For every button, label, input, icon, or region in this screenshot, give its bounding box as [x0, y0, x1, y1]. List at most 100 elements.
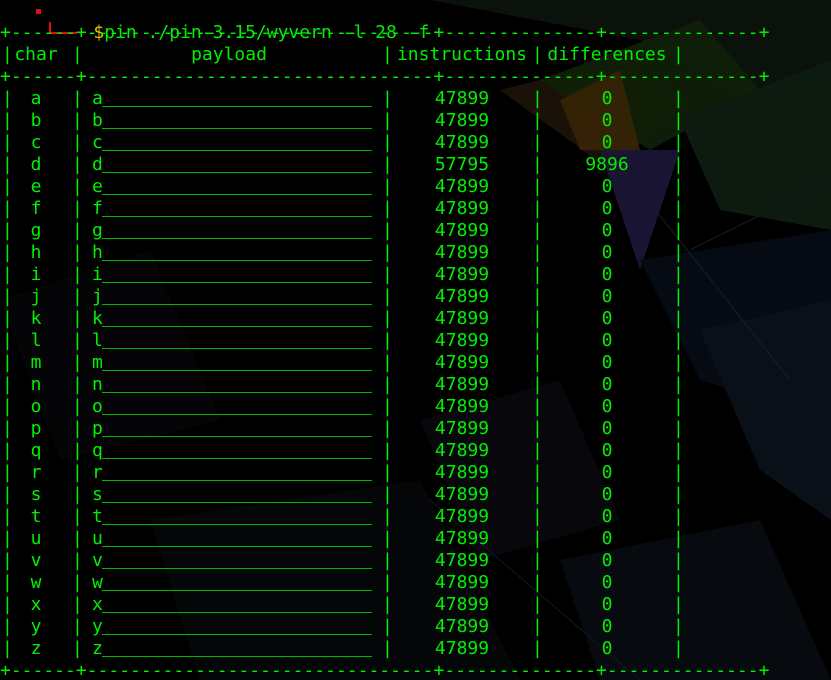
table-row: | l | l | 47899 | 0 | — [0, 330, 690, 352]
table-row: | c | c | 47899 | 0 | — [0, 132, 690, 154]
column-separator: | — [72, 528, 83, 549]
cell-instructions: 47899 — [434, 528, 490, 549]
column-separator: | — [532, 550, 543, 571]
column-separator: | — [2, 154, 13, 175]
column-separator: | — [532, 44, 543, 65]
cell-payload: z — [92, 638, 372, 660]
cell-payload: b — [92, 110, 372, 132]
column-separator: | — [2, 638, 13, 659]
table-row: | t | t | 47899 | 0 | — [0, 506, 690, 528]
cell-payload: o — [92, 396, 372, 418]
cell-differences: 0 — [601, 308, 613, 329]
cell-instructions: 47899 — [434, 374, 490, 395]
cell-instructions: 47899 — [434, 286, 490, 307]
column-separator: | — [72, 396, 83, 417]
cell-char: k — [30, 308, 42, 329]
cell-payload: c — [92, 132, 372, 154]
table-row: | k | k | 47899 | 0 | — [0, 308, 690, 330]
column-separator: | — [2, 506, 13, 527]
column-separator: | — [532, 154, 543, 175]
cell-char: m — [30, 352, 42, 373]
column-separator: | — [532, 462, 543, 483]
cell-differences: 0 — [601, 462, 613, 483]
cell-char: c — [30, 132, 42, 153]
table-row: | p | p | 47899 | 0 | — [0, 418, 690, 440]
cell-instructions: 47899 — [434, 220, 490, 241]
column-separator: | — [2, 374, 13, 395]
column-separator: | — [72, 616, 83, 637]
cell-instructions: 47899 — [434, 242, 490, 263]
prompt-line: $pin ./pin-3.15/wyvern -l 28 -f — [0, 0, 429, 43]
header-payload: payload — [191, 44, 267, 65]
column-separator: | — [532, 374, 543, 395]
cell-instructions: 47899 — [434, 352, 490, 373]
cell-differences: 0 — [601, 594, 613, 615]
cell-differences: 0 — [601, 330, 613, 351]
column-separator: | — [2, 572, 13, 593]
payload-padding-underline — [102, 238, 372, 239]
column-separator: | — [72, 550, 83, 571]
table-row: | d | d | 57795 | 9896 | — [0, 154, 690, 176]
cell-char: i — [30, 264, 42, 285]
terminal-window[interactable]: $pin ./pin-3.15/wyvern -l 28 -f +------+… — [0, 0, 831, 680]
column-separator: | — [72, 154, 83, 175]
table-row: | z | z | 47899 | 0 | — [0, 638, 690, 660]
column-separator: | — [72, 44, 83, 65]
cell-payload: w — [92, 572, 372, 594]
column-separator: | — [2, 352, 13, 373]
cell-instructions: 47899 — [434, 330, 490, 351]
column-separator: | — [532, 528, 543, 549]
cell-payload: j — [92, 286, 372, 308]
cell-payload: q — [92, 440, 372, 462]
column-separator: | — [72, 286, 83, 307]
cell-char: d — [30, 154, 42, 175]
cell-instructions: 47899 — [434, 550, 490, 571]
column-separator: | — [532, 594, 543, 615]
table-row: | h | h | 47899 | 0 | — [0, 242, 690, 264]
header-differences: differences — [547, 44, 667, 65]
column-separator: | — [2, 418, 13, 439]
cell-differences: 0 — [601, 88, 613, 109]
column-separator: | — [72, 198, 83, 219]
column-separator: | — [72, 594, 83, 615]
table-row: | u | u | 47899 | 0 | — [0, 528, 690, 550]
payload-padding-underline — [102, 612, 372, 613]
payload-padding-underline — [102, 436, 372, 437]
column-separator: | — [673, 176, 684, 197]
cell-payload: h — [92, 242, 372, 264]
payload-padding-underline — [102, 348, 372, 349]
payload-padding-underline — [102, 656, 372, 657]
cell-char: l — [30, 330, 42, 351]
table-row: | x | x | 47899 | 0 | — [0, 594, 690, 616]
column-separator: | — [72, 110, 83, 131]
cell-instructions: 47899 — [434, 110, 490, 131]
column-separator: | — [532, 308, 543, 329]
column-separator: | — [532, 330, 543, 351]
payload-padding-underline — [102, 568, 372, 569]
cell-char: u — [30, 528, 42, 549]
table-row: | y | y | 47899 | 0 | — [0, 616, 690, 638]
column-separator: | — [2, 176, 13, 197]
column-separator: | — [2, 396, 13, 417]
column-separator: | — [673, 352, 684, 373]
column-separator: | — [72, 638, 83, 659]
cell-differences: 0 — [601, 110, 613, 131]
column-separator: | — [72, 440, 83, 461]
table-header-row: | char | payload | instructions | differ… — [0, 44, 690, 66]
cell-payload: a — [92, 88, 372, 110]
column-separator: | — [2, 88, 13, 109]
cell-char: s — [30, 484, 42, 505]
cell-instructions: 47899 — [434, 484, 490, 505]
table-row: | n | n | 47899 | 0 | — [0, 374, 690, 396]
cell-char: p — [30, 418, 42, 439]
cell-char: r — [30, 462, 42, 483]
cell-instructions: 47899 — [434, 594, 490, 615]
column-separator: | — [72, 264, 83, 285]
column-separator: | — [72, 484, 83, 505]
cell-differences: 0 — [601, 220, 613, 241]
cell-instructions: 47899 — [434, 506, 490, 527]
column-separator: | — [532, 396, 543, 417]
cell-instructions: 47899 — [434, 440, 490, 461]
cell-instructions: 57795 — [434, 154, 490, 175]
cell-payload: f — [92, 198, 372, 220]
